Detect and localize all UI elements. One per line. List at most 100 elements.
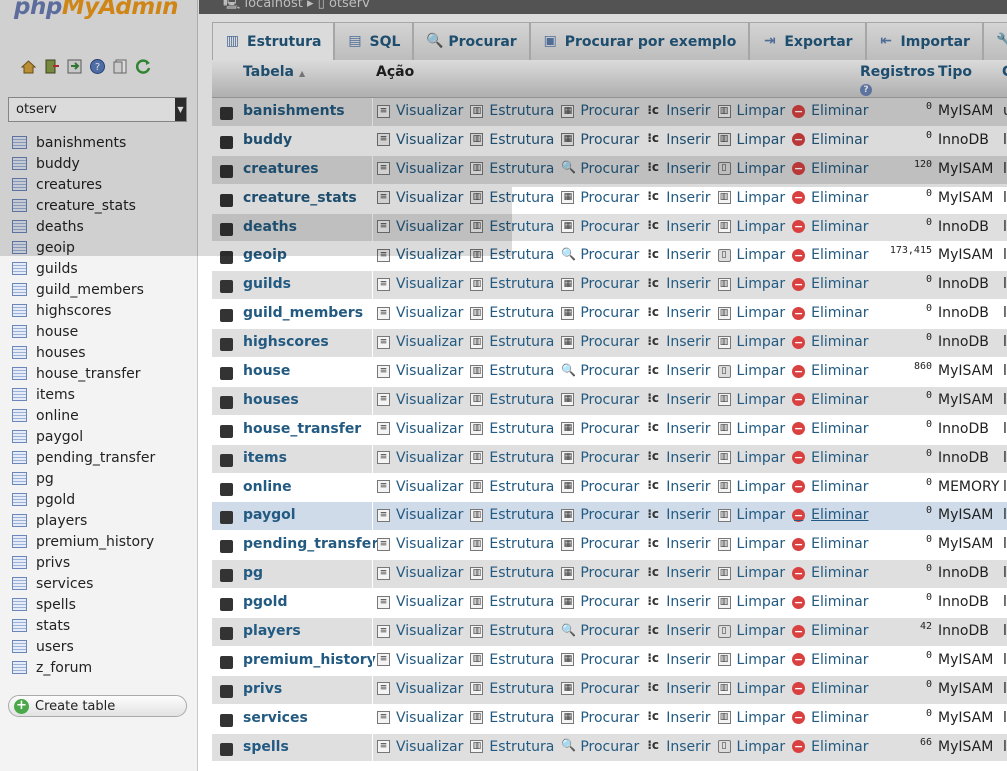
- sidebar-table-item[interactable]: geoip: [12, 237, 155, 258]
- table-name-link[interactable]: paygol: [243, 507, 296, 523]
- table-name-link[interactable]: creatures: [243, 161, 319, 177]
- insert-action[interactable]: ⁝c Inserir: [646, 305, 710, 321]
- row-checkbox[interactable]: [220, 627, 233, 641]
- query-icon[interactable]: [66, 58, 83, 75]
- structure-action[interactable]: ▥ Estrutura: [470, 565, 554, 581]
- table-icon[interactable]: [12, 304, 27, 317]
- row-checkbox[interactable]: [220, 193, 233, 207]
- table-name-link[interactable]: geoip: [243, 247, 287, 263]
- table-icon[interactable]: [12, 283, 27, 296]
- search-action[interactable]: ▦ Procurar: [561, 334, 639, 350]
- sidebar-table-item[interactable]: users: [12, 636, 155, 657]
- table-name-link[interactable]: premium_history: [243, 652, 376, 668]
- sidebar-table-item[interactable]: pending_transfer: [12, 447, 155, 468]
- table-icon[interactable]: [12, 367, 27, 380]
- search-action[interactable]: ▦ Procurar: [561, 190, 639, 206]
- row-checkbox[interactable]: [220, 511, 233, 525]
- insert-action[interactable]: ⁝c Inserir: [646, 479, 710, 495]
- browse-action[interactable]: ≡ Visualizar: [377, 450, 463, 466]
- table-icon[interactable]: [12, 493, 27, 506]
- insert-action[interactable]: ⁝c Inserir: [646, 507, 710, 523]
- table-icon[interactable]: [12, 430, 27, 443]
- table-name-link[interactable]: guild_members: [243, 305, 363, 321]
- insert-action[interactable]: ⁝c Inserir: [646, 565, 710, 581]
- structure-action[interactable]: ▥ Estrutura: [470, 103, 554, 119]
- structure-action[interactable]: ▥ Estrutura: [470, 710, 554, 726]
- search-action[interactable]: ▦ Procurar: [561, 681, 639, 697]
- row-checkbox[interactable]: [220, 540, 233, 554]
- browse-action[interactable]: ≡ Visualizar: [377, 392, 463, 408]
- empty-action[interactable]: ▥ Limpar: [717, 536, 785, 552]
- table-icon[interactable]: [12, 556, 27, 569]
- create-table-button[interactable]: + Create table: [8, 695, 187, 717]
- sidebar-table-item[interactable]: banishments: [12, 132, 155, 153]
- empty-action[interactable]: ▥ Limpar: [717, 652, 785, 668]
- insert-action[interactable]: ⁝c Inserir: [646, 652, 710, 668]
- search-action[interactable]: 🔍 Procurar: [561, 247, 639, 263]
- sidebar-table-item[interactable]: premium_history: [12, 531, 155, 552]
- structure-action[interactable]: ▥ Estrutura: [470, 479, 554, 495]
- empty-action[interactable]: ▥ Limpar: [717, 507, 785, 523]
- table-name-link[interactable]: creature_stats: [243, 190, 357, 206]
- browse-action[interactable]: ≡ Visualizar: [377, 594, 463, 610]
- table-icon[interactable]: [12, 178, 27, 191]
- insert-action[interactable]: ⁝c Inserir: [646, 536, 710, 552]
- search-action[interactable]: 🔍 Procurar: [561, 739, 639, 755]
- row-checkbox[interactable]: [220, 280, 233, 294]
- sidebar-table-item[interactable]: house: [12, 321, 155, 342]
- structure-action[interactable]: ▥ Estrutura: [470, 392, 554, 408]
- browse-action[interactable]: ≡ Visualizar: [377, 479, 463, 495]
- row-checkbox[interactable]: [220, 135, 233, 149]
- row-checkbox[interactable]: [220, 684, 233, 698]
- row-checkbox[interactable]: [220, 482, 233, 496]
- column-header-collation[interactable]: C: [1002, 64, 1007, 80]
- structure-action[interactable]: ▥ Estrutura: [470, 334, 554, 350]
- column-header-records[interactable]: Registros?: [860, 64, 935, 96]
- empty-action[interactable]: ▥ Limpar: [717, 103, 785, 119]
- search-action[interactable]: ▦ Procurar: [561, 421, 639, 437]
- table-name-link[interactable]: pg: [243, 565, 263, 581]
- row-checkbox[interactable]: [220, 251, 233, 265]
- search-action[interactable]: ▦ Procurar: [561, 594, 639, 610]
- browse-action[interactable]: ≡ Visualizar: [377, 103, 463, 119]
- insert-action[interactable]: ⁝c Inserir: [646, 623, 710, 639]
- browse-action[interactable]: ≡ Visualizar: [377, 652, 463, 668]
- info-icon[interactable]: ?: [860, 84, 872, 96]
- empty-action[interactable]: ▯ Limpar: [717, 623, 785, 639]
- empty-action[interactable]: ▯ Limpar: [717, 363, 785, 379]
- table-icon[interactable]: [12, 241, 27, 254]
- structure-action[interactable]: ▥ Estrutura: [470, 219, 554, 235]
- sidebar-table-item[interactable]: house_transfer: [12, 363, 155, 384]
- insert-action[interactable]: ⁝c Inserir: [646, 161, 710, 177]
- table-icon[interactable]: [12, 598, 27, 611]
- empty-action[interactable]: ▥ Limpar: [717, 594, 785, 610]
- sidebar-table-item[interactable]: players: [12, 510, 155, 531]
- insert-action[interactable]: ⁝c Inserir: [646, 681, 710, 697]
- browse-action[interactable]: ≡ Visualizar: [377, 623, 463, 639]
- search-action[interactable]: ▦ Procurar: [561, 710, 639, 726]
- browse-action[interactable]: ≡ Visualizar: [377, 536, 463, 552]
- structure-action[interactable]: ▥ Estrutura: [470, 305, 554, 321]
- empty-action[interactable]: ▥ Limpar: [717, 565, 785, 581]
- insert-action[interactable]: ⁝c Inserir: [646, 710, 710, 726]
- sidebar-table-item[interactable]: spells: [12, 594, 155, 615]
- structure-action[interactable]: ▥ Estrutura: [470, 132, 554, 148]
- row-checkbox[interactable]: [220, 655, 233, 669]
- empty-action[interactable]: ▯ Limpar: [717, 161, 785, 177]
- sidebar-table-item[interactable]: highscores: [12, 300, 155, 321]
- search-action[interactable]: 🔍 Procurar: [561, 363, 639, 379]
- browse-action[interactable]: ≡ Visualizar: [377, 305, 463, 321]
- insert-action[interactable]: ⁝c Inserir: [646, 739, 710, 755]
- table-name-link[interactable]: players: [243, 623, 301, 639]
- search-action[interactable]: ▦ Procurar: [561, 450, 639, 466]
- row-checkbox[interactable]: [220, 713, 233, 727]
- structure-action[interactable]: ▥ Estrutura: [470, 681, 554, 697]
- insert-action[interactable]: ⁝c Inserir: [646, 421, 710, 437]
- table-icon[interactable]: [12, 514, 27, 527]
- table-icon[interactable]: [12, 346, 27, 359]
- browse-action[interactable]: ≡ Visualizar: [377, 247, 463, 263]
- table-name-link[interactable]: guilds: [243, 276, 291, 292]
- search-action[interactable]: ▦ Procurar: [561, 276, 639, 292]
- structure-action[interactable]: ▥ Estrutura: [470, 450, 554, 466]
- structure-action[interactable]: ▥ Estrutura: [470, 652, 554, 668]
